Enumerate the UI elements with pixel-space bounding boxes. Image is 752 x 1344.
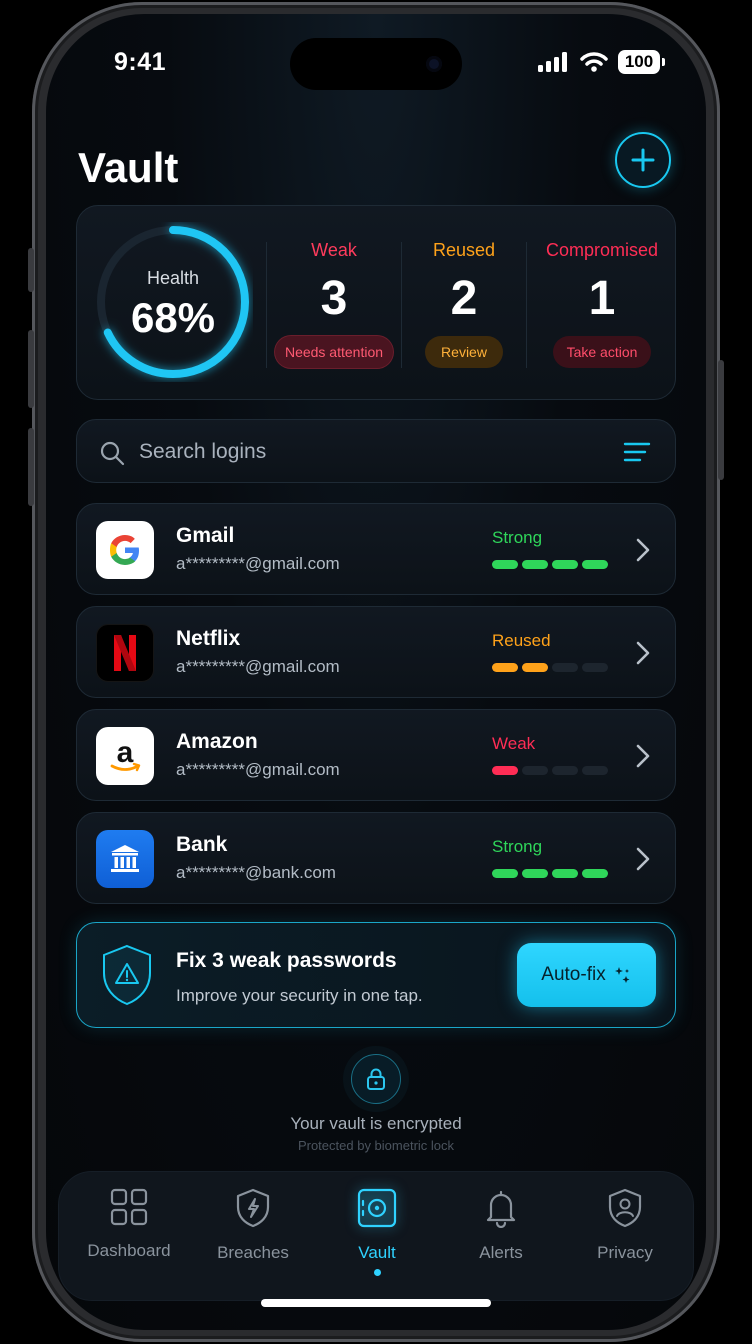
tab-alerts[interactable]: Alerts (439, 1188, 563, 1263)
divider (401, 242, 402, 368)
chevron-right-icon (636, 641, 650, 665)
fix-title: Fix 3 weak passwords (176, 949, 397, 972)
google-icon (96, 521, 154, 579)
strength-meter (492, 869, 608, 878)
encryption-title: Your vault is encrypted (290, 1114, 462, 1133)
stat-label: Compromised (545, 240, 659, 260)
search-bar[interactable]: Search logins (76, 419, 676, 483)
dashboard-icon (110, 1188, 148, 1226)
login-email: a*********@gmail.com (176, 760, 340, 779)
add-login-button[interactable] (615, 132, 671, 188)
health-label: Health (146, 268, 200, 288)
auto-fix-label: Auto-fix (541, 964, 606, 985)
lock-icon (367, 1068, 385, 1090)
stat-label: Weak (311, 240, 357, 260)
side-button (28, 428, 34, 506)
chevron-right-icon (636, 847, 650, 871)
status-badge: Review (425, 336, 503, 368)
battery-indicator: 100 (618, 50, 665, 74)
tab-bar: Dashboard Breaches Vault Alerts Privacy (58, 1171, 694, 1301)
stat-value: 2 (450, 272, 478, 325)
tab-label: Breaches (217, 1243, 289, 1262)
encryption-subtitle: Protected by biometric lock (297, 1138, 455, 1153)
shield-warning-icon (103, 944, 151, 1006)
lock-badge (351, 1054, 401, 1104)
fix-subtitle: Improve your security in one tap. (176, 986, 423, 1005)
stat-label: Reused (432, 240, 496, 260)
home-indicator (261, 1299, 491, 1307)
svg-text:a: a (117, 736, 134, 769)
login-item-netflix[interactable]: Netflix a*********@gmail.com Reused (76, 606, 676, 698)
tab-breaches[interactable]: Breaches (191, 1188, 315, 1263)
fix-weak-passwords-card: Fix 3 weak passwords Improve your securi… (76, 922, 676, 1028)
netflix-icon (96, 624, 154, 682)
filter-icon[interactable] (623, 441, 651, 463)
login-name: Gmail (176, 524, 235, 547)
chevron-right-icon (636, 744, 650, 768)
login-name: Netflix (176, 627, 241, 650)
login-email: a*********@bank.com (176, 863, 336, 882)
stat-reused[interactable]: Reused 2 Review (404, 206, 524, 401)
wifi-icon (580, 52, 608, 72)
search-icon (100, 441, 125, 466)
status-badge: Needs attention (274, 336, 394, 368)
login-email: a*********@gmail.com (176, 554, 340, 573)
tab-label: Dashboard (87, 1241, 171, 1260)
tab-privacy[interactable]: Privacy (563, 1188, 687, 1263)
status-time: 9:41 (114, 48, 167, 76)
dynamic-island (290, 38, 462, 90)
auto-fix-button[interactable]: Auto-fix (517, 943, 656, 1007)
divider (266, 242, 267, 368)
strength-meter (492, 663, 608, 672)
breach-shield-icon (236, 1188, 270, 1228)
bank-icon (96, 830, 154, 888)
privacy-shield-icon (608, 1188, 642, 1228)
stat-weak[interactable]: Weak 3 Needs attention (269, 206, 399, 401)
side-button (718, 360, 724, 480)
login-name: Amazon (176, 730, 258, 753)
tab-label: Vault (358, 1243, 396, 1262)
strength-label: Weak (492, 734, 536, 753)
status-icons: 100 (538, 50, 665, 74)
strength-label: Strong (492, 528, 543, 547)
login-item-amazon[interactable]: a Amazon a*********@gmail.com Weak (76, 709, 676, 801)
vault-icon (357, 1188, 397, 1228)
amazon-icon: a (96, 727, 154, 785)
health-value: 68% (130, 294, 216, 341)
health-summary-card: Health 68% Weak 3 Needs attention Reused… (76, 205, 676, 400)
strength-meter (492, 560, 608, 569)
stat-value: 1 (588, 272, 616, 325)
signal-icon (538, 52, 567, 72)
login-item-bank[interactable]: Bank a*********@bank.com Strong (76, 812, 676, 904)
camera-icon (426, 56, 442, 72)
tab-label: Privacy (597, 1243, 653, 1262)
side-button (28, 330, 34, 408)
chevron-right-icon (636, 538, 650, 562)
plus-icon (631, 148, 655, 172)
page-title: Vault (78, 144, 179, 191)
divider (526, 242, 527, 368)
status-badge: Take action (552, 336, 652, 368)
search-input[interactable]: Search logins (139, 440, 266, 464)
bell-icon (486, 1190, 516, 1229)
strength-meter (492, 766, 608, 775)
login-item-gmail[interactable]: Gmail a*********@gmail.com Strong (76, 503, 676, 595)
stat-value: 3 (320, 272, 348, 325)
tab-dashboard[interactable]: Dashboard (67, 1188, 191, 1261)
login-email: a*********@gmail.com (176, 657, 340, 676)
tab-label: Alerts (479, 1243, 523, 1262)
login-name: Bank (176, 833, 228, 856)
screen: 9:41 100 Vault Health 68% Weak 3 Needs a… (46, 14, 706, 1330)
stat-compromised[interactable]: Compromised 1 Take action (529, 206, 675, 401)
side-button (28, 248, 34, 292)
tab-vault[interactable]: Vault (315, 1188, 439, 1276)
strength-label: Reused (492, 631, 551, 650)
strength-label: Strong (492, 837, 543, 856)
sparkle-icon (614, 967, 630, 983)
active-tab-indicator (373, 1269, 381, 1276)
